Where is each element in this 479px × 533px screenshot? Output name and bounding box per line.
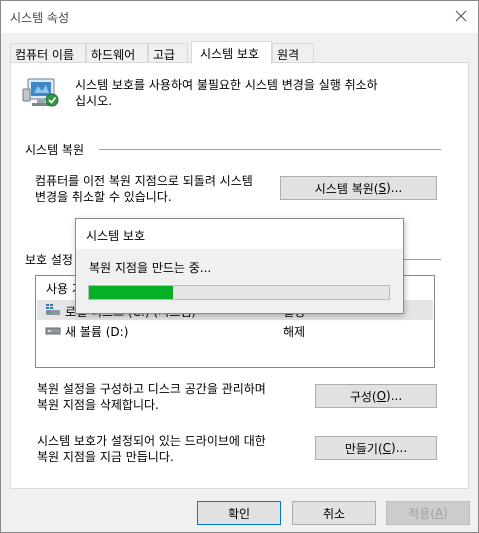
tab-label: 하드웨어 bbox=[91, 48, 136, 62]
button-accesskey: C bbox=[382, 441, 392, 455]
button-label-prefix: 만들기( bbox=[344, 441, 383, 456]
configure-button[interactable]: 구성(O)... bbox=[315, 384, 437, 408]
configure-text-line2: 복원 지점을 삭제합니다. bbox=[37, 398, 159, 412]
button-label-suffix: )... bbox=[391, 441, 408, 455]
create-text-line1: 시스템 보호가 설정되어 있는 드라이브에 대한 bbox=[37, 434, 266, 448]
button-label-suffix: )... bbox=[386, 181, 403, 195]
protection-settings-section-title: 보호 설정 bbox=[25, 253, 73, 267]
window-title: 시스템 속성 bbox=[10, 11, 70, 25]
header-description-line2: 십시오. bbox=[75, 94, 112, 108]
tab-system-protection[interactable]: 시스템 보호 bbox=[191, 41, 272, 64]
progress-dialog: 시스템 보호 복원 지점을 만드는 중... bbox=[75, 218, 404, 314]
system-restore-button[interactable]: 시스템 복원(S)... bbox=[280, 176, 437, 200]
drive-icon bbox=[45, 324, 61, 339]
button-label-prefix: 구성( bbox=[349, 389, 377, 404]
button-accesskey: A bbox=[434, 506, 444, 520]
drive-name: 새 볼륨 (D:) bbox=[65, 325, 129, 339]
header-description-line1: 시스템 보호를 사용하여 불필요한 시스템 변경을 실행 취소하 bbox=[75, 78, 378, 92]
button-label-prefix: 적용( bbox=[408, 506, 435, 521]
progress-dialog-body: 복원 지점을 만드는 중... bbox=[76, 249, 403, 313]
system-restore-section-title: 시스템 복원 bbox=[25, 143, 85, 157]
create-text: 시스템 보호가 설정되어 있는 드라이브에 대한 복원 지점을 지금 만듭니다. bbox=[37, 433, 307, 465]
ok-button-label: 확인 bbox=[227, 506, 251, 521]
list-item[interactable]: 새 볼륨 (D:) 해제 bbox=[37, 320, 433, 340]
tab-remote[interactable]: 원격 bbox=[272, 43, 314, 63]
button-label-prefix: 시스템 복원( bbox=[314, 181, 379, 196]
tab-label: 원격 bbox=[277, 48, 300, 62]
create-button[interactable]: 만들기(C)... bbox=[315, 436, 437, 460]
button-label-suffix: ) bbox=[443, 506, 448, 520]
progress-bar bbox=[88, 285, 390, 300]
system-restore-text-line2: 변경을 취소할 수 있습니다. bbox=[35, 190, 172, 204]
system-protection-icon bbox=[22, 75, 60, 111]
section-divider bbox=[99, 149, 441, 150]
configure-text: 복원 설정을 구성하고 디스크 공간을 관리하며 복원 지점을 삭제합니다. bbox=[37, 381, 307, 413]
progress-bar-fill bbox=[89, 286, 173, 299]
progress-dialog-title: 시스템 보호 bbox=[76, 219, 403, 249]
configure-text-line1: 복원 설정을 구성하고 디스크 공간을 관리하며 bbox=[37, 382, 266, 396]
create-text-line2: 복원 지점을 지금 만듭니다. bbox=[37, 450, 174, 464]
system-restore-text-line1: 컴퓨터를 이전 복원 지점으로 되돌려 시스템 bbox=[35, 174, 253, 188]
ok-button[interactable]: 확인 bbox=[197, 501, 281, 525]
button-accesskey: O bbox=[376, 389, 387, 403]
tab-hardware[interactable]: 하드웨어 bbox=[86, 43, 148, 63]
title-bar: 시스템 속성 bbox=[1, 1, 478, 33]
cancel-button[interactable]: 취소 bbox=[292, 501, 376, 525]
drive-protection-status: 해제 bbox=[283, 325, 306, 339]
tab-label: 컴퓨터 이름 bbox=[15, 48, 75, 62]
system-drive-icon bbox=[45, 303, 61, 320]
button-accesskey: S bbox=[378, 181, 387, 195]
tab-label: 시스템 보호 bbox=[200, 47, 260, 61]
apply-button[interactable]: 적용(A) bbox=[386, 501, 470, 525]
close-icon[interactable] bbox=[450, 5, 472, 27]
system-restore-text: 컴퓨터를 이전 복원 지점으로 되돌려 시스템 변경을 취소할 수 있습니다. bbox=[35, 173, 275, 205]
header-description: 시스템 보호를 사용하여 불필요한 시스템 변경을 실행 취소하 십시오. bbox=[75, 77, 460, 109]
tab-label: 고급 bbox=[153, 48, 176, 62]
button-label-suffix: )... bbox=[386, 389, 403, 403]
cancel-button-label: 취소 bbox=[322, 506, 346, 521]
progress-message: 복원 지점을 만드는 중... bbox=[89, 261, 212, 275]
tab-advanced[interactable]: 고급 bbox=[148, 43, 188, 63]
tab-computer-name[interactable]: 컴퓨터 이름 bbox=[10, 43, 86, 63]
